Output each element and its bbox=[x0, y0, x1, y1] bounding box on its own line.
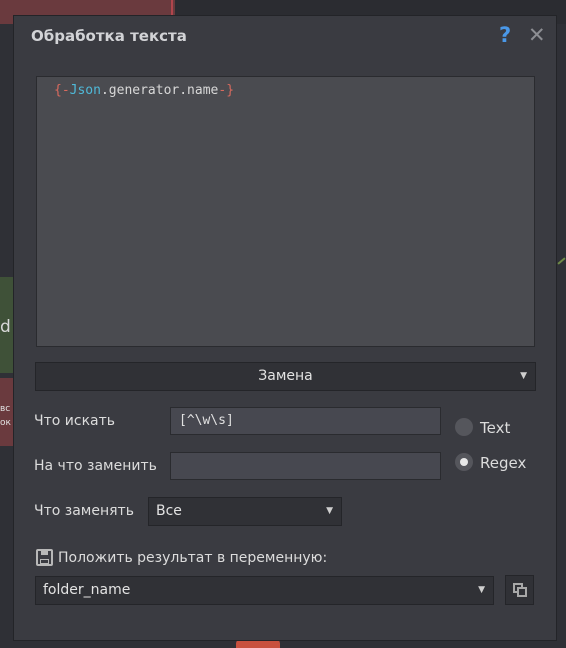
which-select-value: Все bbox=[156, 503, 182, 519]
macro-keyword: Json bbox=[69, 83, 101, 98]
which-select[interactable]: Все ▼ bbox=[148, 497, 342, 526]
background-text-small: вс bbox=[0, 404, 11, 414]
result-label: Положить результат в переменную: bbox=[58, 550, 328, 566]
mode-select-value: Замена bbox=[258, 368, 313, 384]
search-input[interactable]: [^\w\s] bbox=[170, 407, 441, 435]
radio-text-label: Text bbox=[480, 419, 511, 437]
copy-button[interactable] bbox=[505, 575, 534, 605]
search-label: Что искать bbox=[34, 413, 116, 429]
replace-input[interactable] bbox=[170, 452, 441, 480]
text-editor[interactable]: {-Json.generator.name-} bbox=[36, 76, 535, 347]
radio-regex[interactable] bbox=[455, 453, 473, 471]
replace-label: На что заменить bbox=[34, 458, 157, 474]
save-icon bbox=[36, 549, 53, 566]
copy-icon bbox=[513, 583, 527, 597]
which-label: Что заменять bbox=[34, 503, 134, 519]
radio-text[interactable] bbox=[455, 418, 473, 436]
background-text-small: ок bbox=[0, 418, 11, 428]
result-variable-select[interactable]: folder_name ▼ bbox=[35, 576, 494, 605]
mode-select[interactable]: Замена ▼ bbox=[35, 362, 536, 391]
macro-brace: -} bbox=[218, 83, 235, 98]
background-connector bbox=[557, 257, 566, 265]
text-processing-dialog: Обработка текста ? ✕ {-Json.generator.na… bbox=[13, 15, 557, 641]
macro-path: .generator.name bbox=[100, 83, 219, 98]
chevron-down-icon: ▼ bbox=[520, 371, 527, 381]
close-icon[interactable]: ✕ bbox=[528, 23, 546, 47]
background-text: d bbox=[0, 317, 11, 337]
macro-brace: {- bbox=[54, 83, 70, 98]
dialog-title: Обработка текста bbox=[31, 27, 187, 45]
chevron-down-icon: ▼ bbox=[326, 506, 333, 516]
dialog-titlebar[interactable]: Обработка текста ? ✕ bbox=[14, 16, 556, 56]
help-icon[interactable]: ? bbox=[499, 23, 511, 47]
chevron-down-icon: ▼ bbox=[478, 585, 485, 595]
result-variable-value: folder_name bbox=[43, 582, 131, 598]
radio-regex-label: Regex bbox=[480, 454, 527, 472]
